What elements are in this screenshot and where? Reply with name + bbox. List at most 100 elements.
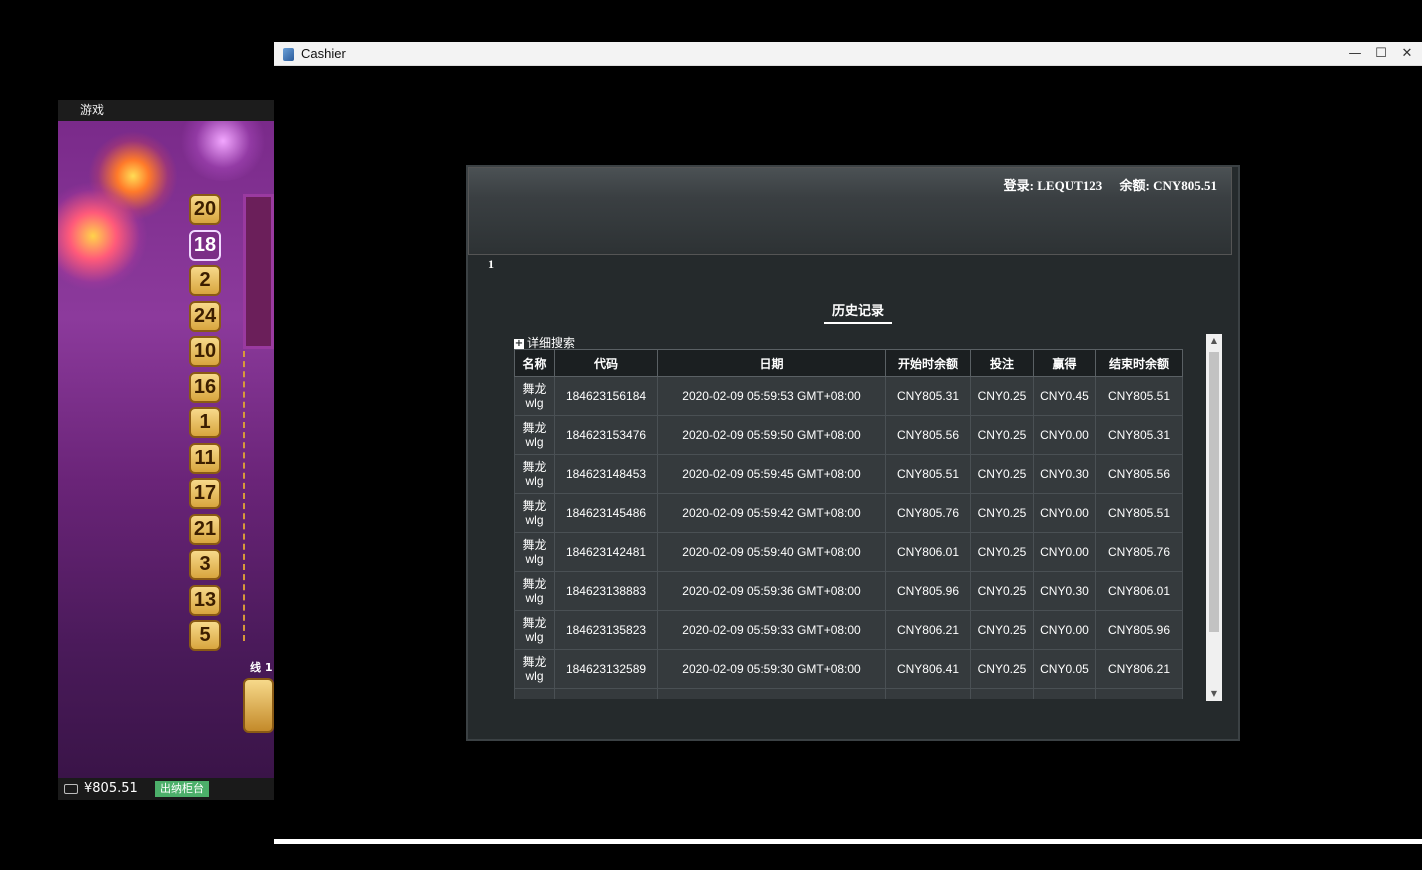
cell-date: 2020-02-09 05:59:30 GMT+08:00 <box>657 649 886 689</box>
scroll-thumb[interactable] <box>1209 352 1219 632</box>
cell-name: 舞龙 wlg <box>514 493 555 533</box>
table-row[interactable]: 舞龙 wlg 184623135823 2020-02-09 05:59:33 GMT… <box>514 610 1183 650</box>
line-badge[interactable]: 21 <box>189 513 221 545</box>
cell-bet: CNY0.25 <box>970 454 1034 494</box>
cell-bet: CNY0.25 <box>970 532 1034 572</box>
cell-bet: CNY0.25 <box>970 571 1034 611</box>
cell-date: 2020-02-09 05:59:40 GMT+08:00 <box>657 532 886 572</box>
cell-bet: CNY0.25 <box>970 610 1034 650</box>
table-row[interactable]: 舞龙 <box>514 688 1183 699</box>
cell-date <box>657 688 886 699</box>
line-badge[interactable]: 2 <box>189 265 221 296</box>
cell-name: 舞龙 wlg <box>514 415 555 455</box>
maximize-button[interactable]: ☐ <box>1368 45 1394 63</box>
table-row[interactable]: 舞龙 wlg 184623145486 2020-02-09 05:59:42 GMT… <box>514 493 1183 533</box>
cell-end: CNY805.56 <box>1095 454 1183 494</box>
cell-win: CNY0.30 <box>1033 571 1096 611</box>
cell-code: 184623153476 <box>554 415 658 455</box>
page-number: 1 <box>488 257 494 271</box>
history-table-container: 名称 代码 日期 开始时余额 投注 赢得 结束时余额 舞龙 wlg 18462315… <box>514 349 1184 699</box>
cell-end: CNY805.96 <box>1095 610 1183 650</box>
tab-history[interactable]: 历史记录 <box>824 300 892 324</box>
cell-name: 舞龙 <box>514 688 555 699</box>
line-badge[interactable]: 24 <box>189 300 221 332</box>
cell-code: 184623132589 <box>554 649 658 689</box>
game-window: 游戏 线 1 20 18 2 24 10 16 1 11 17 21 3 13 5 ¥805.51 出纳… <box>58 100 274 800</box>
cell-win: CNY0.00 <box>1033 532 1096 572</box>
cell-code <box>554 688 658 699</box>
scroll-down-icon[interactable]: ▼ <box>1206 687 1222 701</box>
cell-win <box>1033 688 1096 699</box>
cell-win: CNY0.00 <box>1033 493 1096 533</box>
window-title: Cashier <box>301 46 346 61</box>
column-header: 投注 <box>970 349 1034 377</box>
game-reel-frame <box>243 194 274 349</box>
cell-end: CNY805.51 <box>1095 376 1183 416</box>
cell-code: 184623138883 <box>554 571 658 611</box>
cell-start: CNY805.56 <box>885 415 971 455</box>
table-row[interactable]: 舞龙 wlg 184623132589 2020-02-09 05:59:30 GMT… <box>514 649 1183 689</box>
cell-name: 舞龙 wlg <box>514 610 555 650</box>
detail-search-label: 详细搜索 <box>527 336 576 350</box>
minimize-button[interactable]: — <box>1342 45 1368 63</box>
balance-label: 余额: CNY805.51 <box>1119 178 1218 193</box>
cell-win: CNY0.00 <box>1033 610 1096 650</box>
line-badge[interactable]: 20 <box>189 194 221 225</box>
cell-code: 184623135823 <box>554 610 658 650</box>
game-menu-item[interactable]: 游戏 <box>58 100 274 121</box>
cell-start: CNY805.76 <box>885 493 971 533</box>
login-label: 登录: LEQUT123 <box>1003 178 1103 193</box>
table-row[interactable]: 舞龙 wlg 184623142481 2020-02-09 05:59:40 GMT… <box>514 532 1183 572</box>
column-header: 代码 <box>554 349 658 377</box>
close-button[interactable]: ✕ <box>1394 45 1420 63</box>
column-header: 赢得 <box>1033 349 1096 377</box>
cashier-window: Cashier — ☐ ✕ 登录: LEQUT123 余额: CNY805.51… <box>274 42 1422 844</box>
panel-header: 登录: LEQUT123 余额: CNY805.51 <box>468 167 1232 255</box>
cell-end <box>1095 688 1183 699</box>
cell-code: 184623156184 <box>554 376 658 416</box>
line-label: 线 1 <box>250 661 273 674</box>
column-header: 结束时余额 <box>1095 349 1183 377</box>
game-reel-frame <box>243 351 274 641</box>
column-header: 名称 <box>514 349 555 377</box>
line-badge[interactable]: 10 <box>189 336 221 367</box>
cell-name: 舞龙 wlg <box>514 649 555 689</box>
cell-name: 舞龙 wlg <box>514 454 555 494</box>
title-bar[interactable]: Cashier — ☐ ✕ <box>274 42 1422 66</box>
line-badge[interactable]: 1 <box>189 407 221 438</box>
cell-date: 2020-02-09 05:59:45 GMT+08:00 <box>657 454 886 494</box>
line-badge[interactable]: 5 <box>189 620 221 651</box>
line-badge[interactable]: 17 <box>189 478 221 509</box>
cell-date: 2020-02-09 05:59:33 GMT+08:00 <box>657 610 886 650</box>
line-badge[interactable]: 16 <box>189 371 221 403</box>
line-badge[interactable]: 11 <box>189 442 221 474</box>
cell-code: 184623148453 <box>554 454 658 494</box>
cell-code: 184623145486 <box>554 493 658 533</box>
cell-bet: CNY0.25 <box>970 649 1034 689</box>
history-table: 名称 代码 日期 开始时余额 投注 赢得 结束时余额 舞龙 wlg 18462315… <box>514 349 1183 699</box>
game-canvas[interactable]: 线 1 20 18 2 24 10 16 1 11 17 21 3 13 5 <box>58 121 274 778</box>
line-badge[interactable]: 13 <box>189 584 221 616</box>
cell-end: CNY805.31 <box>1095 415 1183 455</box>
table-row[interactable]: 舞龙 wlg 184623148453 2020-02-09 05:59:45 GMT… <box>514 454 1183 494</box>
spin-button[interactable] <box>243 678 274 733</box>
cell-name: 舞龙 wlg <box>514 571 555 611</box>
line-selector: 20 18 2 24 10 16 1 11 17 21 3 13 5 <box>189 194 223 656</box>
cell-start: CNY805.96 <box>885 571 971 611</box>
line-badge[interactable]: 3 <box>189 549 221 580</box>
cell-date: 2020-02-09 05:59:53 GMT+08:00 <box>657 376 886 416</box>
cell-name: 舞龙 wlg <box>514 376 555 416</box>
table-row[interactable]: 舞龙 wlg 184623156184 2020-02-09 05:59:53 GMT… <box>514 376 1183 416</box>
cashier-button[interactable]: 出纳柜台 <box>155 781 209 797</box>
app-icon <box>283 48 294 61</box>
table-row[interactable]: 舞龙 wlg 184623153476 2020-02-09 05:59:50 GMT… <box>514 415 1183 455</box>
cell-start: CNY806.21 <box>885 610 971 650</box>
cell-end: CNY805.51 <box>1095 493 1183 533</box>
line-badge[interactable]: 18 <box>189 229 221 261</box>
cell-date: 2020-02-09 05:59:50 GMT+08:00 <box>657 415 886 455</box>
table-row[interactable]: 舞龙 wlg 184623138883 2020-02-09 05:59:36 GMT… <box>514 571 1183 611</box>
table-header-row: 名称 代码 日期 开始时余额 投注 赢得 结束时余额 <box>514 349 1183 377</box>
vertical-scrollbar[interactable]: ▲ ▼ <box>1206 334 1222 701</box>
cell-end: CNY805.76 <box>1095 532 1183 572</box>
scroll-up-icon[interactable]: ▲ <box>1206 334 1222 348</box>
